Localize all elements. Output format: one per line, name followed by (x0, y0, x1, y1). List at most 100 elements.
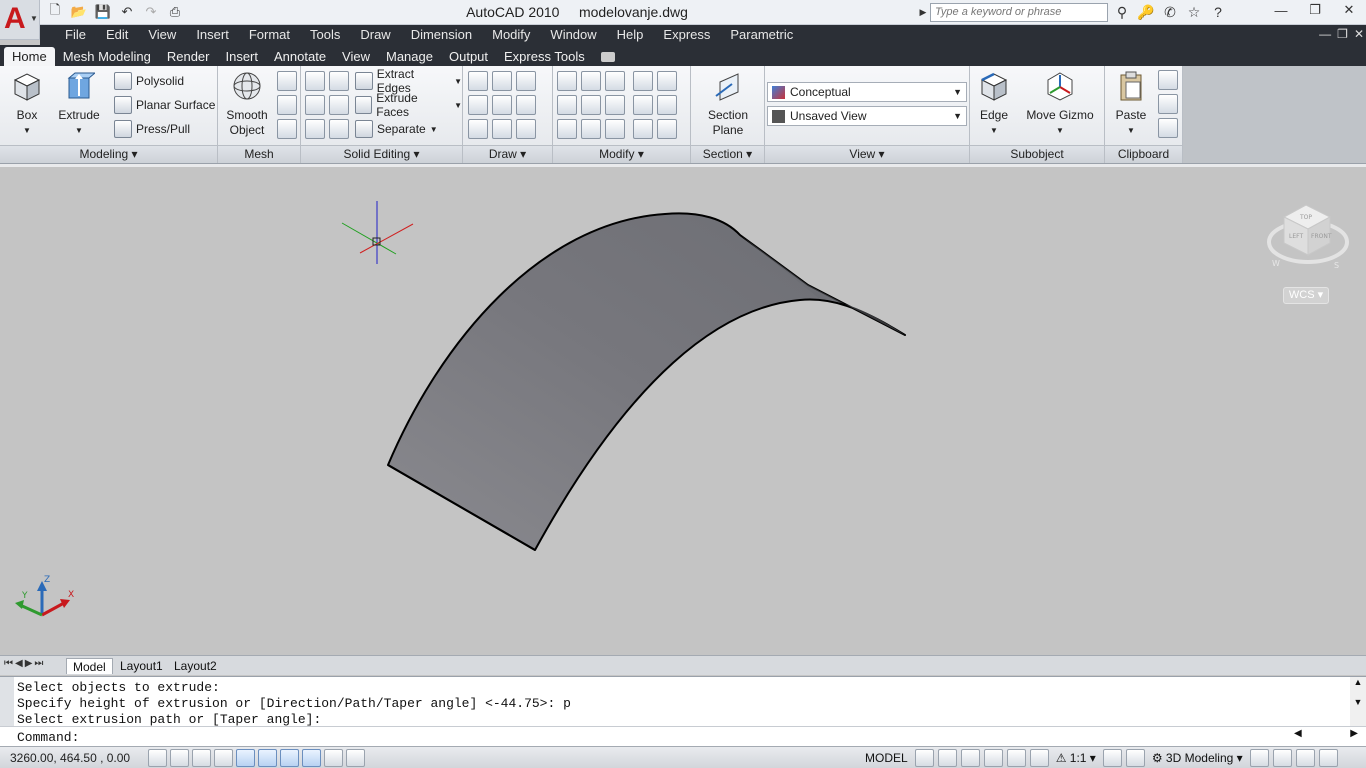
close-icon[interactable]: ✕ (1332, 0, 1366, 20)
new-icon[interactable]: 🗋 (44, 2, 66, 22)
box-button[interactable]: Box ▼ (8, 70, 46, 138)
subscription-icon[interactable]: 🔑 (1136, 2, 1156, 22)
tab-layout2[interactable]: Layout2 (168, 658, 223, 674)
otrack-toggle[interactable] (280, 749, 299, 767)
trim-extend-icon[interactable] (657, 71, 677, 91)
helix-icon[interactable] (492, 71, 512, 91)
next-layout-icon[interactable]: ▶ (25, 658, 33, 669)
cut-icon[interactable] (1158, 70, 1178, 90)
press-pull-button[interactable]: Press/Pull (114, 119, 190, 139)
line-icon[interactable] (492, 95, 512, 115)
doc-minimize-icon[interactable]: — (1319, 27, 1331, 41)
polyline-icon[interactable] (468, 71, 488, 91)
dyn-toggle[interactable] (324, 749, 343, 767)
copy-icon[interactable] (1158, 94, 1178, 114)
arc-icon[interactable] (516, 71, 536, 91)
rectangle-icon[interactable] (492, 119, 512, 139)
doc-close-icon[interactable]: ✕ (1354, 27, 1364, 41)
match-properties-icon[interactable] (1158, 118, 1178, 138)
panel-title-modeling[interactable]: Modeling ▾ (0, 145, 217, 163)
plot-icon[interactable]: ⎙ (164, 2, 186, 22)
intersect-icon[interactable] (305, 119, 325, 139)
offset-icon[interactable] (633, 95, 653, 115)
command-line[interactable]: Command: ◀ ▶ (0, 726, 1366, 746)
toolbar-lock-icon[interactable] (1249, 749, 1269, 767)
panel-title-view[interactable]: View ▾ (765, 145, 969, 163)
polygon-icon[interactable] (468, 119, 488, 139)
osnap-toggle[interactable] (236, 749, 255, 767)
expand-search-icon[interactable]: ▶ (917, 3, 929, 22)
menu-express[interactable]: Express (653, 27, 720, 43)
minimize-ribbon-button[interactable] (600, 52, 615, 62)
viewcube-front-label[interactable]: FRONT (1311, 233, 1332, 240)
command-window-grip[interactable] (0, 677, 14, 727)
tab-annotate[interactable]: Annotate (266, 47, 334, 66)
redo-icon[interactable]: ↷ (140, 2, 162, 22)
auto-scale-icon[interactable] (1125, 749, 1145, 767)
array-icon[interactable] (557, 119, 577, 139)
3d-array-icon[interactable] (581, 95, 601, 115)
scale-icon[interactable] (557, 71, 577, 91)
prev-layout-icon[interactable]: ◀ (15, 658, 23, 669)
polar-toggle[interactable] (214, 749, 233, 767)
planar-surface-button[interactable]: Planar Surface (114, 95, 215, 115)
viewcube-left-label[interactable]: LEFT (1289, 233, 1303, 240)
menu-window[interactable]: Window (540, 27, 606, 43)
help-icon[interactable]: ? (1208, 2, 1228, 22)
tab-output[interactable]: Output (441, 47, 496, 66)
section-plane-button[interactable]: Section Plane (703, 70, 753, 138)
drawing-viewport[interactable]: TOP LEFT FRONT W S Z X Y WCS ▾ (0, 164, 1366, 655)
tab-model[interactable]: Model (66, 658, 113, 674)
move-gizmo-button[interactable]: Move Gizmo ▼ (1022, 70, 1098, 138)
minimize-icon[interactable]: — (1264, 0, 1298, 20)
circle-icon[interactable] (516, 95, 536, 115)
model-space-canvas[interactable]: TOP LEFT FRONT W S Z X Y (0, 167, 1366, 655)
tab-home[interactable]: Home (4, 47, 55, 66)
quick-view-layouts-icon[interactable] (914, 749, 934, 767)
steeringwheel-icon[interactable] (1006, 749, 1026, 767)
edge-button[interactable]: Edge ▼ (976, 70, 1012, 138)
interfere-icon[interactable] (329, 71, 349, 91)
named-view-select[interactable]: Unsaved View ▼ (767, 106, 967, 126)
extrude-faces-button[interactable]: Extrude Faces ▼ (355, 91, 462, 119)
paste-button[interactable]: Paste ▼ (1111, 70, 1151, 138)
union-icon[interactable] (305, 71, 325, 91)
menu-parametric[interactable]: Parametric (720, 27, 803, 43)
panel-title-section[interactable]: Section ▾ (691, 145, 764, 163)
menu-format[interactable]: Format (239, 27, 300, 43)
pan-icon[interactable] (960, 749, 980, 767)
subtract-icon[interactable] (305, 95, 325, 115)
infocenter-search-input[interactable]: Type a keyword or phrase (930, 3, 1108, 22)
slice-icon[interactable] (329, 95, 349, 115)
panel-title-solid-editing[interactable]: Solid Editing ▾ (301, 145, 462, 163)
last-layout-icon[interactable]: ⏭ (34, 658, 43, 669)
favorites-star-icon[interactable]: ☆ (1184, 2, 1204, 22)
model-space-button[interactable]: MODEL (862, 749, 911, 767)
menu-dimension[interactable]: Dimension (401, 27, 482, 43)
refine-mesh-icon[interactable] (277, 119, 297, 139)
tab-mesh-modeling[interactable]: Mesh Modeling (55, 47, 159, 66)
viewcube-top-label[interactable]: TOP (1299, 214, 1312, 221)
tab-render[interactable]: Render (159, 47, 218, 66)
application-menu-button[interactable]: A ▼ (0, 0, 40, 40)
tab-express-tools[interactable]: Express Tools (496, 47, 593, 66)
3d-align-icon[interactable] (633, 71, 653, 91)
ortho-toggle[interactable] (192, 749, 211, 767)
menu-file[interactable]: File (55, 27, 96, 43)
3d-osnap-toggle[interactable] (258, 749, 277, 767)
thicken-icon[interactable] (329, 119, 349, 139)
extruded-surface[interactable] (387, 212, 906, 551)
fillet-edge-icon[interactable] (557, 95, 577, 115)
spline-icon[interactable] (468, 95, 488, 115)
coordinates-display[interactable]: 3260.00, 464.50 , 0.00 (10, 751, 130, 765)
command-line-scrollbar[interactable]: ◀ ▶ (1286, 728, 1366, 745)
open-icon[interactable]: 📂 (68, 2, 90, 22)
fillet-icon[interactable] (657, 95, 677, 115)
ellipse-icon[interactable] (516, 119, 536, 139)
menu-edit[interactable]: Edit (96, 27, 138, 43)
extrude-button[interactable]: Extrude ▼ (56, 70, 102, 138)
panel-title-draw[interactable]: Draw ▾ (463, 145, 552, 163)
workspace-switch-button[interactable]: ⚙ 3D Modeling ▾ (1149, 749, 1246, 767)
first-layout-icon[interactable]: ⏮ (4, 658, 13, 669)
tab-view[interactable]: View (334, 47, 378, 66)
